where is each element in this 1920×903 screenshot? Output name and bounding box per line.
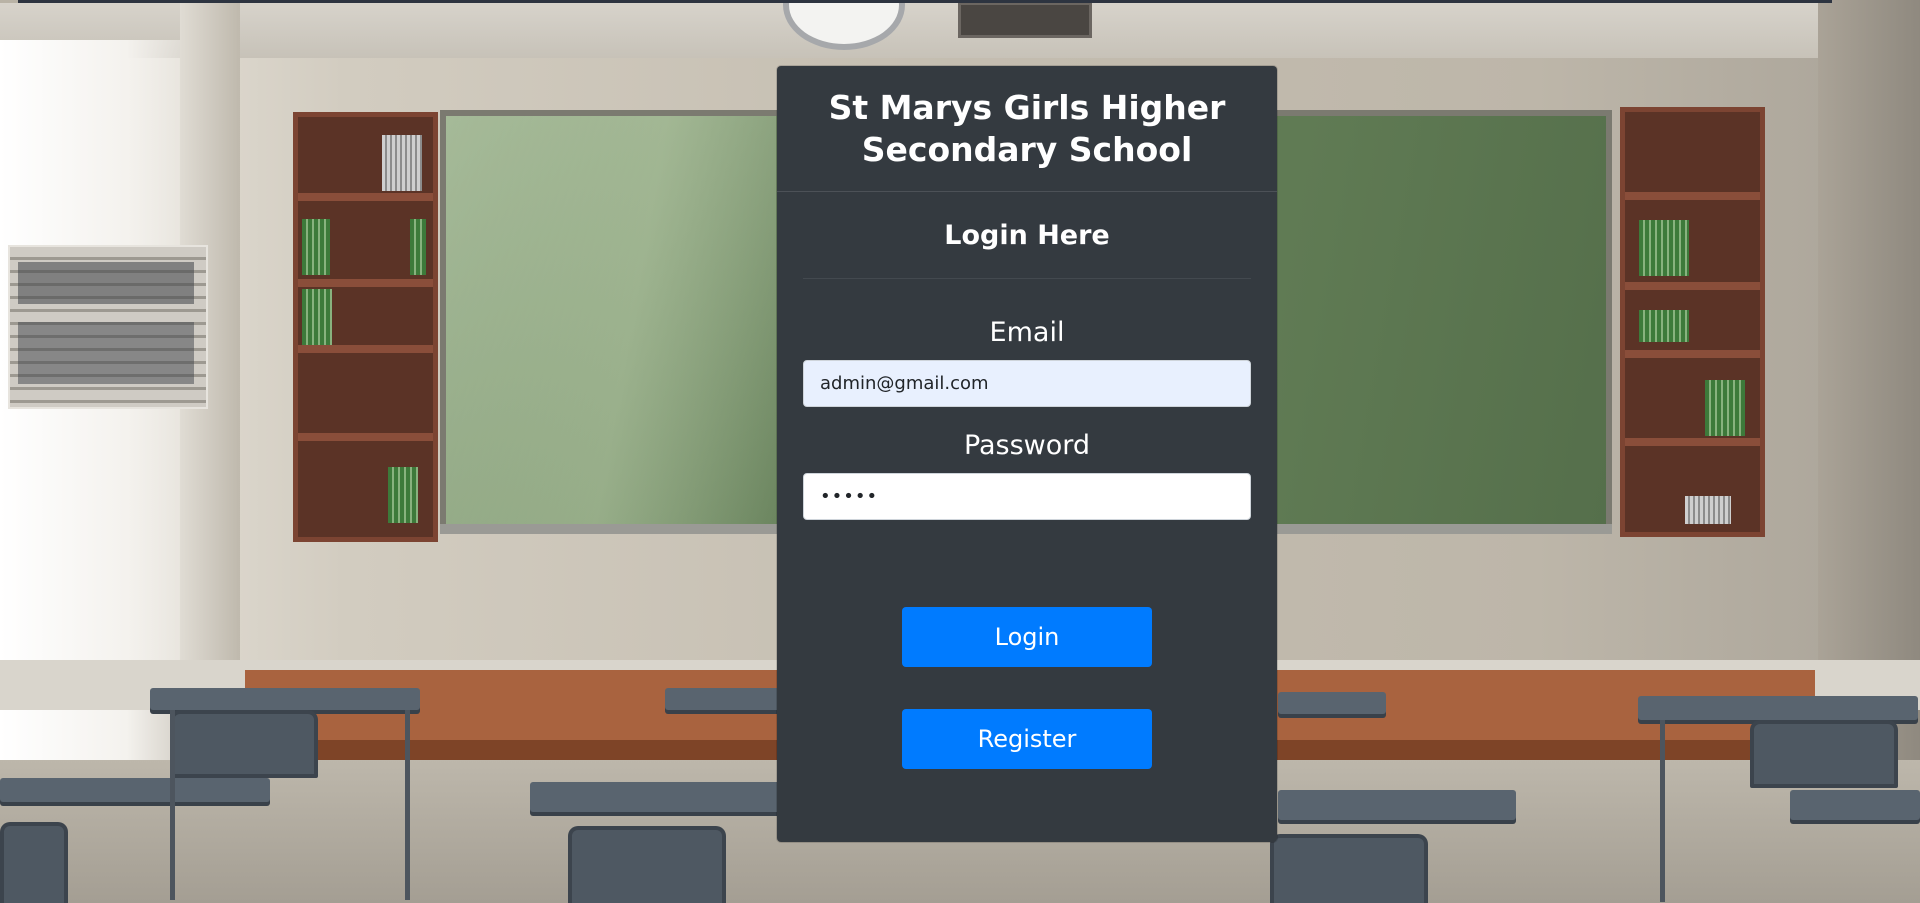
bg-desk-leg [170,710,175,900]
email-input[interactable] [803,360,1251,407]
login-button[interactable]: Login [902,607,1152,667]
bg-shelf-board [1625,192,1760,200]
bg-bookshelf-right [1620,107,1765,537]
bg-chair [0,822,68,903]
login-page: St Marys Girls Higher Secondary School L… [0,0,1920,903]
bg-shelf-board [298,345,433,353]
bg-books [302,219,330,275]
bg-books [382,135,422,191]
bg-books [1639,220,1689,276]
bg-chair [170,710,318,778]
top-border-bar [18,0,1832,3]
bg-books [1639,310,1689,342]
email-label: Email [989,317,1065,348]
bg-desk [1278,790,1516,820]
bg-air-conditioner-vent [18,262,194,304]
bg-books [1705,380,1745,436]
bg-desk [150,688,420,710]
bg-books [388,467,418,523]
bg-chair [1750,720,1898,788]
bg-shelf-board [1625,282,1760,290]
bg-desk [1638,696,1918,720]
login-form: Email Password Login Register [777,316,1277,769]
bg-desk [0,778,270,802]
bg-desk [530,782,780,812]
login-heading: Login Here [803,192,1251,279]
bg-shelf-board [298,193,433,201]
bg-desk-leg [405,710,410,900]
register-button[interactable]: Register [902,709,1152,769]
bg-chair [1270,834,1428,903]
bg-air-conditioner-vent [18,322,194,384]
bg-shelf-board [298,279,433,287]
bg-desk-leg [1660,720,1665,902]
card-header: St Marys Girls Higher Secondary School [777,66,1277,192]
password-input[interactable] [803,473,1251,520]
bg-books [302,289,332,345]
bg-shelf-board [298,433,433,441]
bg-desk [1790,790,1920,820]
password-label: Password [963,430,1091,461]
bg-bookshelf-left [293,112,438,542]
bg-books [1685,496,1731,524]
bg-desk [1278,692,1386,714]
school-name-title: St Marys Girls Higher Secondary School [828,87,1226,169]
bg-shelf-board [1625,438,1760,446]
bg-shelf-board [1625,350,1760,358]
bg-chalkboard-glare [446,116,776,526]
login-card: St Marys Girls Higher Secondary School L… [777,66,1277,842]
bg-speaker [958,2,1092,38]
bg-chair [568,826,726,903]
bg-books [410,219,426,275]
